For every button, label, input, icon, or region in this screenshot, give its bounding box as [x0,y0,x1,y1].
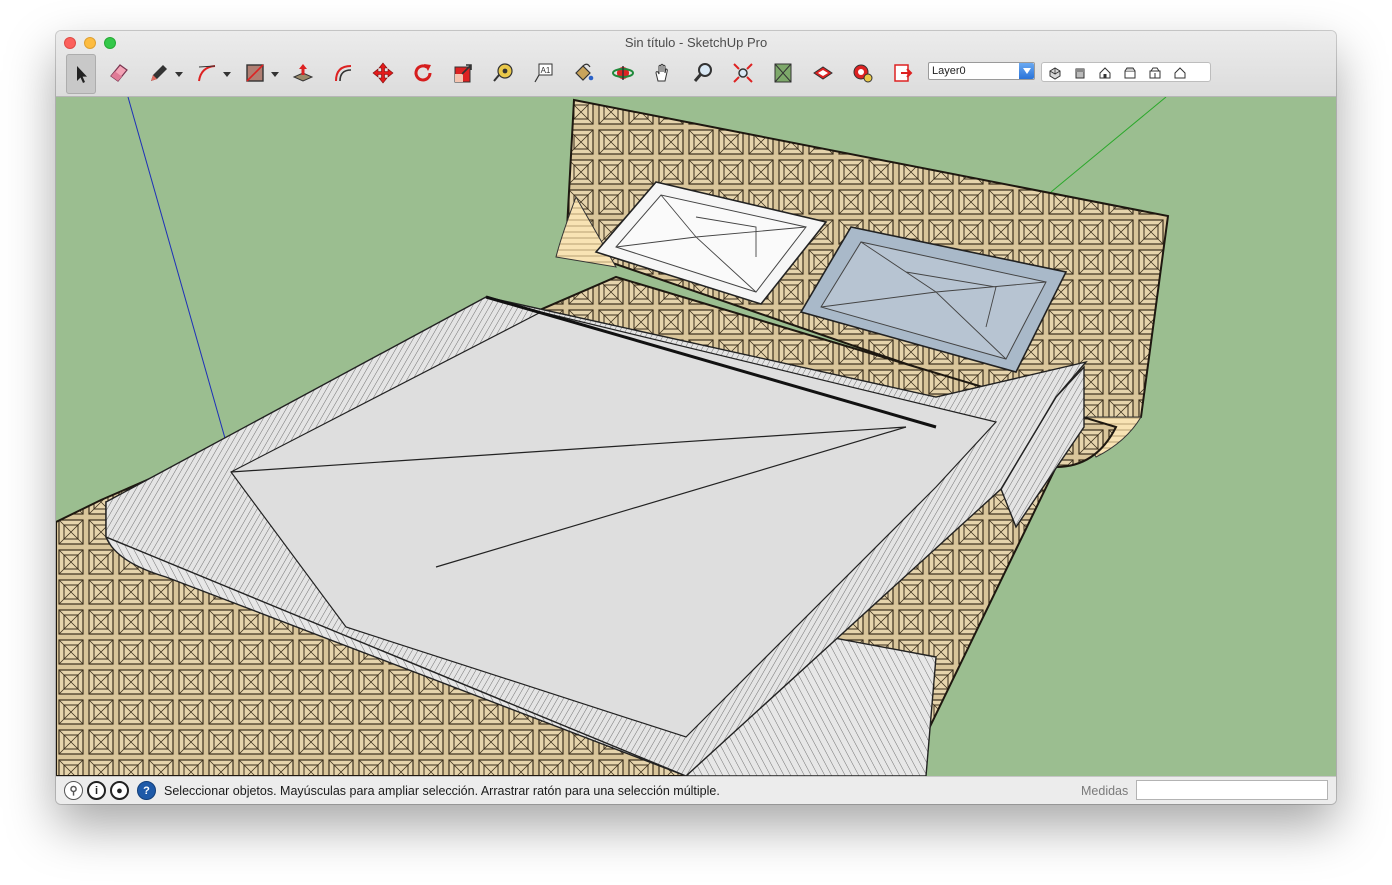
text-tool-button[interactable]: A1 [528,58,558,88]
rotate-tool-button[interactable] [408,58,438,88]
bed-3d-model [56,97,1170,776]
offset-tool-button[interactable] [328,58,358,88]
magnifier-icon [693,63,712,82]
sketchup-window: Sin título - SketchUp Pro A1 Layer0 ⚲ i … [56,31,1336,804]
tape-measure-icon [493,63,513,82]
hand-pan-icon [655,63,668,82]
rectangle-icon [246,64,264,82]
front-view-button[interactable] [1094,64,1116,81]
svg-text:A1: A1 [541,66,551,75]
arc-tool-dropdown[interactable] [223,72,231,77]
scale-icon [454,64,472,83]
push-pull-icon [292,64,314,82]
front-view-icon [1099,66,1111,78]
rectangle-tool-button[interactable] [240,58,270,88]
pencil-icon [151,65,167,81]
back-view-button[interactable] [1144,64,1166,81]
left-view-icon [1174,66,1186,78]
layer-dropdown-value: Layer0 [932,65,966,77]
zoom-extents-icon [733,63,753,83]
extension-manager-button[interactable] [848,58,878,88]
chevron-down-icon [1019,63,1034,79]
iso-view-icon [1049,66,1061,80]
move-icon [372,62,394,84]
user-account-icon[interactable]: ● [110,781,129,800]
orbit-icon [612,66,634,80]
extension-manager-icon [853,64,873,83]
window-title: Sin título - SketchUp Pro [624,35,768,50]
measurements-label: Medidas [1081,784,1129,798]
credits-info-icon[interactable]: i [87,781,106,800]
rectangle-tool-dropdown[interactable] [271,72,279,77]
left-view-button[interactable] [1169,64,1191,81]
arc-icon [198,65,216,82]
send-to-layout-button[interactable] [888,58,918,88]
offset-icon [335,65,352,82]
3d-warehouse-button[interactable] [768,58,798,88]
views-toolbar [1041,62,1211,82]
title-bar: Sin título - SketchUp Pro A1 Layer0 [56,31,1336,97]
layer-dropdown[interactable]: Layer0 [928,62,1035,80]
iso-view-button[interactable] [1044,64,1066,81]
scale-tool-button[interactable] [448,58,478,88]
paint-bucket-icon [575,63,594,81]
modeling-viewport[interactable] [56,97,1336,776]
measurements-input[interactable] [1136,780,1328,800]
text-icon: A1 [534,63,553,83]
rotate-icon [414,64,432,82]
move-tool-button[interactable] [368,58,398,88]
paint-bucket-tool-button[interactable] [568,58,598,88]
geo-location-icon[interactable]: ⚲ [64,781,83,800]
back-view-icon [1149,67,1161,78]
zoom-tool-button[interactable] [688,58,718,88]
push-pull-tool-button[interactable] [288,58,318,88]
status-bar: ⚲ i ● ? Seleccionar objetos. Mayúsculas … [56,776,1336,804]
line-tool-button[interactable] [144,58,174,88]
zoom-extents-tool-button[interactable] [728,58,758,88]
arc-tool-button[interactable] [192,58,222,88]
extension-warehouse-button[interactable] [808,58,838,88]
select-tool-button[interactable] [66,54,96,94]
pan-tool-button[interactable] [648,58,678,88]
arrow-select-icon [77,66,87,83]
help-icon[interactable]: ? [137,781,156,800]
top-view-button[interactable] [1069,64,1091,81]
eraser-tool-button[interactable] [104,58,134,88]
top-view-icon [1075,68,1085,78]
send-to-layout-icon [894,64,913,82]
right-view-button[interactable] [1119,64,1141,81]
warehouse-icon [774,63,792,83]
line-tool-dropdown[interactable] [175,72,183,77]
extension-warehouse-icon [813,66,833,80]
tape-measure-tool-button[interactable] [488,58,518,88]
eraser-icon [110,64,128,82]
status-message: Seleccionar objetos. Mayúsculas para amp… [164,784,720,798]
large-toolset-toolbar: A1 Layer0 [56,54,1336,94]
orbit-tool-button[interactable] [608,58,638,88]
right-view-icon [1124,67,1136,78]
